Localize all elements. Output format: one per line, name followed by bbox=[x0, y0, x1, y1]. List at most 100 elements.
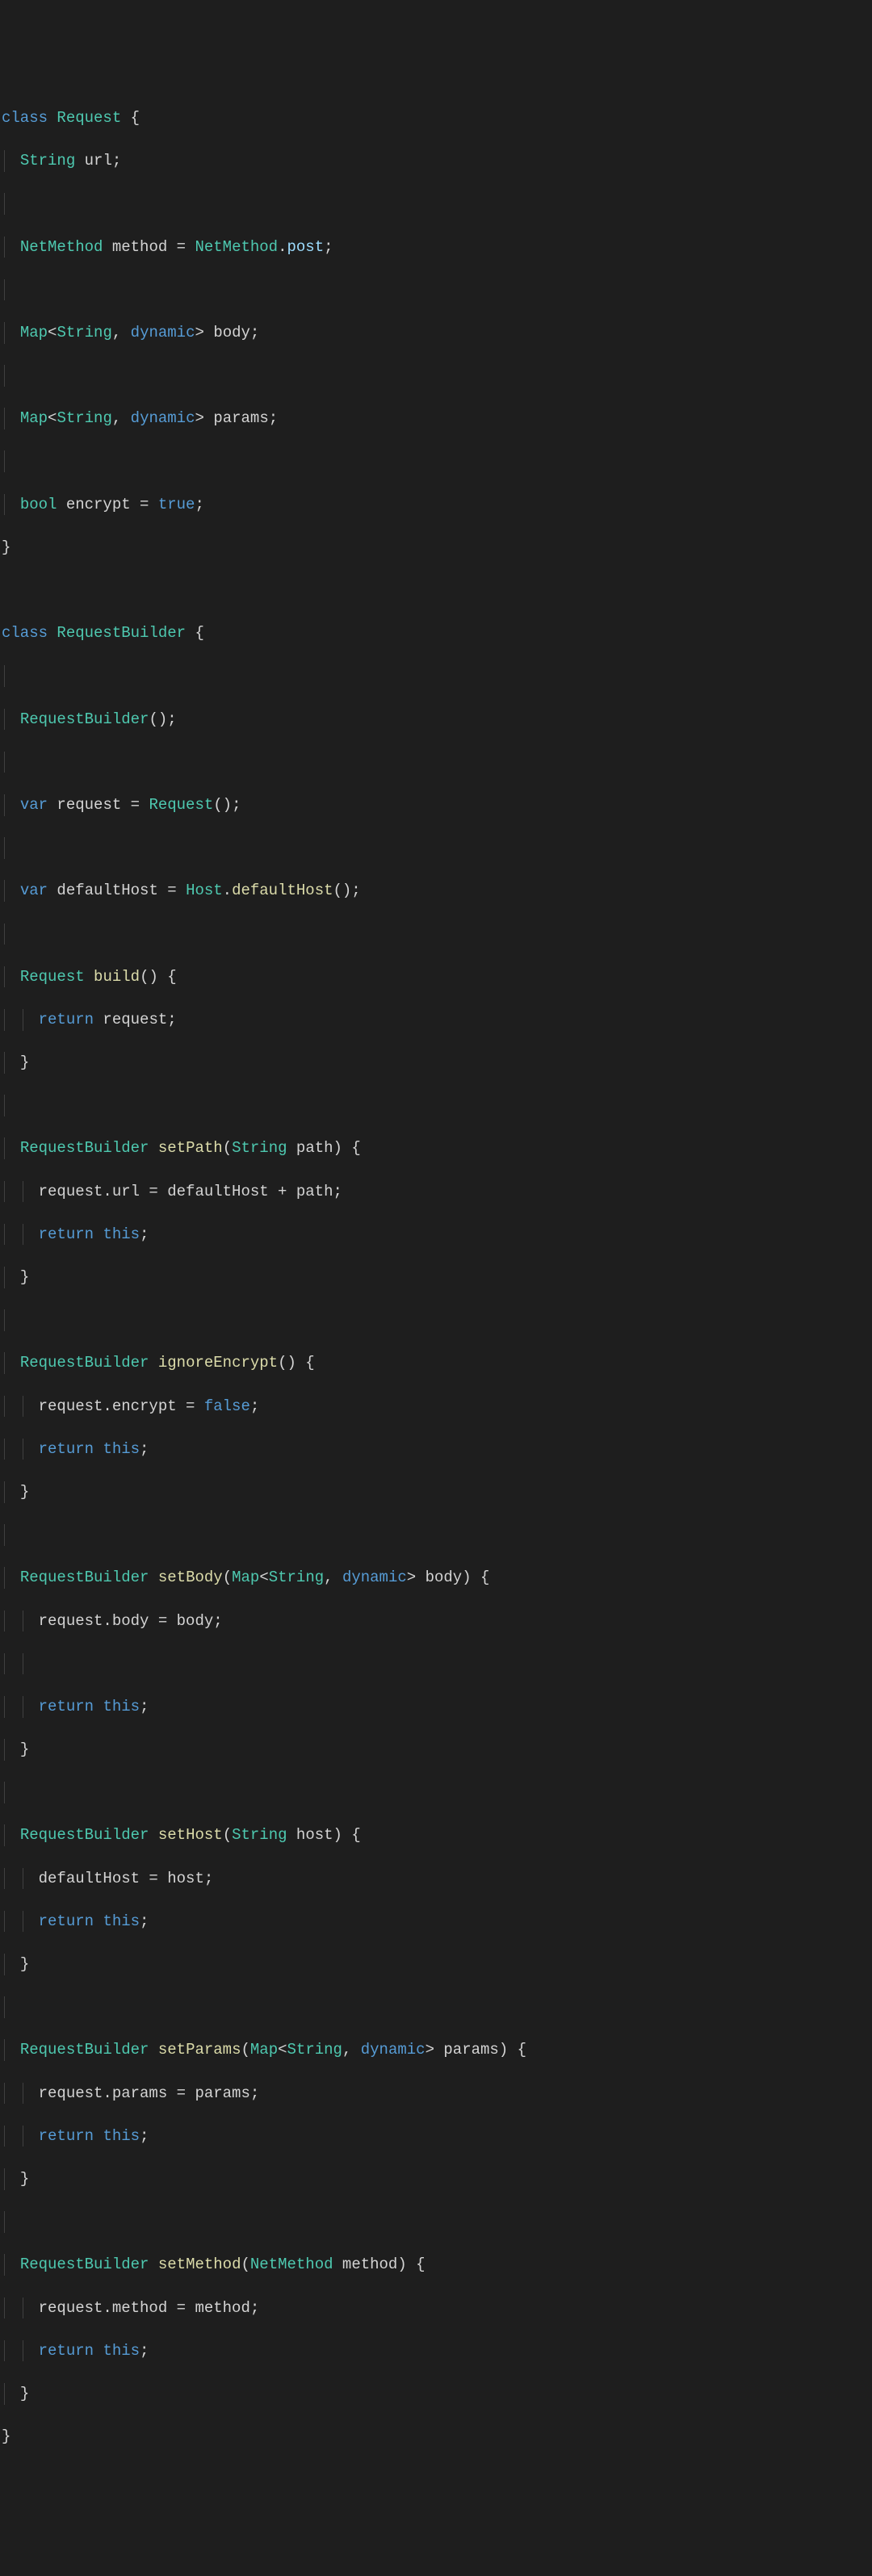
code-line[interactable]: class Request { bbox=[2, 107, 872, 129]
code-token: return bbox=[39, 1698, 94, 1715]
indent-guide bbox=[4, 665, 5, 687]
code-line[interactable] bbox=[2, 1524, 872, 1546]
code-line[interactable] bbox=[2, 924, 872, 945]
code-line[interactable] bbox=[2, 1653, 872, 1675]
code-line[interactable]: RequestBuilder setMethod(NetMethod metho… bbox=[2, 2254, 872, 2276]
code-token bbox=[85, 968, 94, 986]
code-line[interactable]: RequestBuilder ignoreEncrypt() { bbox=[2, 1352, 872, 1374]
code-line[interactable]: RequestBuilder setHost(String host) { bbox=[2, 1824, 872, 1846]
code-line[interactable]: return this; bbox=[2, 1224, 872, 1246]
code-line[interactable]: } bbox=[2, 1052, 872, 1074]
code-token bbox=[94, 1440, 103, 1458]
code-line[interactable] bbox=[2, 1996, 872, 2018]
code-line[interactable]: } bbox=[2, 1739, 872, 1761]
code-line[interactable]: RequestBuilder setPath(String path) { bbox=[2, 1137, 872, 1159]
code-token: dynamic bbox=[361, 2041, 426, 2059]
indent-guide bbox=[4, 1309, 5, 1331]
indent-guide bbox=[4, 1439, 5, 1460]
code-line[interactable]: Request build() { bbox=[2, 966, 872, 988]
code-line[interactable]: request.encrypt = false; bbox=[2, 1396, 872, 1418]
code-token: defaultHost bbox=[232, 882, 333, 899]
code-token: class bbox=[2, 109, 57, 127]
code-line[interactable]: RequestBuilder setParams(Map<String, dyn… bbox=[2, 2039, 872, 2061]
indent-guide bbox=[4, 1137, 5, 1159]
code-line[interactable]: return this; bbox=[2, 2126, 872, 2147]
code-line[interactable]: return request; bbox=[2, 1009, 872, 1031]
code-editor[interactable]: class Request { String url; NetMethod me… bbox=[0, 86, 872, 2469]
code-token: < bbox=[278, 2041, 287, 2059]
code-line[interactable]: return this; bbox=[2, 1439, 872, 1460]
code-token: setHost bbox=[158, 1826, 223, 1844]
code-token: ; bbox=[140, 1698, 149, 1715]
indent-guide bbox=[4, 752, 5, 773]
code-line[interactable]: request.method = method; bbox=[2, 2297, 872, 2319]
code-line[interactable]: NetMethod method = NetMethod.post; bbox=[2, 237, 872, 258]
code-line[interactable]: return this; bbox=[2, 1696, 872, 1718]
code-line[interactable]: RequestBuilder(); bbox=[2, 709, 872, 731]
code-line[interactable]: Map<String, dynamic> params; bbox=[2, 408, 872, 429]
code-token: method = bbox=[103, 238, 195, 256]
code-line[interactable]: var defaultHost = Host.defaultHost(); bbox=[2, 880, 872, 902]
code-token bbox=[149, 2041, 157, 2059]
code-line[interactable]: } bbox=[2, 1954, 872, 1975]
code-line[interactable]: request.params = params; bbox=[2, 2083, 872, 2105]
code-line[interactable]: var request = Request(); bbox=[2, 794, 872, 816]
code-line[interactable]: } bbox=[2, 537, 872, 559]
code-token: ) { bbox=[397, 2256, 425, 2273]
code-token: return bbox=[39, 2127, 94, 2145]
code-token: dynamic bbox=[131, 409, 195, 427]
code-line[interactable]: defaultHost = host; bbox=[2, 1868, 872, 1890]
indent-guide bbox=[4, 322, 5, 344]
code-line[interactable]: return this; bbox=[2, 1911, 872, 1933]
code-token: Request bbox=[149, 796, 213, 814]
code-token: Map bbox=[20, 324, 48, 341]
indent-guide bbox=[4, 1611, 5, 1632]
code-line[interactable]: String url; bbox=[2, 150, 872, 172]
code-token: String bbox=[20, 152, 75, 170]
code-token: setMethod bbox=[158, 2256, 241, 2273]
code-token: bool bbox=[20, 496, 57, 513]
code-line[interactable] bbox=[2, 837, 872, 859]
code-line[interactable]: RequestBuilder setBody(Map<String, dynam… bbox=[2, 1567, 872, 1589]
code-line[interactable] bbox=[2, 450, 872, 472]
code-line[interactable] bbox=[2, 365, 872, 387]
code-token: String bbox=[269, 1569, 324, 1586]
indent-guide bbox=[4, 193, 5, 215]
code-token: RequestBuilder bbox=[20, 2041, 149, 2059]
code-line[interactable] bbox=[2, 665, 872, 687]
code-line[interactable] bbox=[2, 279, 872, 301]
code-line[interactable]: } bbox=[2, 1481, 872, 1503]
code-token: request.body = body; bbox=[2, 1612, 223, 1630]
code-line[interactable]: } bbox=[2, 2383, 872, 2405]
code-line[interactable] bbox=[2, 752, 872, 773]
code-line[interactable] bbox=[2, 580, 872, 601]
code-line[interactable] bbox=[2, 2211, 872, 2233]
code-token: > bbox=[195, 409, 214, 427]
code-token: Map bbox=[232, 1569, 259, 1586]
code-line[interactable] bbox=[2, 1782, 872, 1803]
code-line[interactable] bbox=[2, 1095, 872, 1116]
code-line[interactable]: return this; bbox=[2, 2340, 872, 2362]
code-token: } bbox=[2, 538, 10, 556]
code-token: > bbox=[195, 324, 214, 341]
indent-guide bbox=[4, 2039, 5, 2061]
code-token: (); bbox=[333, 882, 361, 899]
code-line[interactable]: request.body = body; bbox=[2, 1611, 872, 1632]
code-token: this bbox=[103, 1698, 140, 1715]
indent-guide bbox=[4, 2340, 5, 2362]
code-line[interactable]: } bbox=[2, 2426, 872, 2448]
code-line[interactable] bbox=[2, 1309, 872, 1331]
code-line[interactable]: Map<String, dynamic> body; bbox=[2, 322, 872, 344]
code-line[interactable]: } bbox=[2, 2168, 872, 2190]
code-token: request = bbox=[48, 796, 149, 814]
code-line[interactable]: } bbox=[2, 1267, 872, 1288]
code-line[interactable]: bool encrypt = true; bbox=[2, 494, 872, 516]
indent-guide bbox=[4, 450, 5, 472]
code-line[interactable]: class RequestBuilder { bbox=[2, 622, 872, 644]
code-token: } bbox=[20, 2385, 29, 2402]
code-token bbox=[2, 2342, 39, 2360]
code-line[interactable]: request.url = defaultHost + path; bbox=[2, 1181, 872, 1203]
code-token: String bbox=[232, 1139, 287, 1157]
code-line[interactable] bbox=[2, 193, 872, 215]
indent-guide bbox=[4, 150, 5, 172]
